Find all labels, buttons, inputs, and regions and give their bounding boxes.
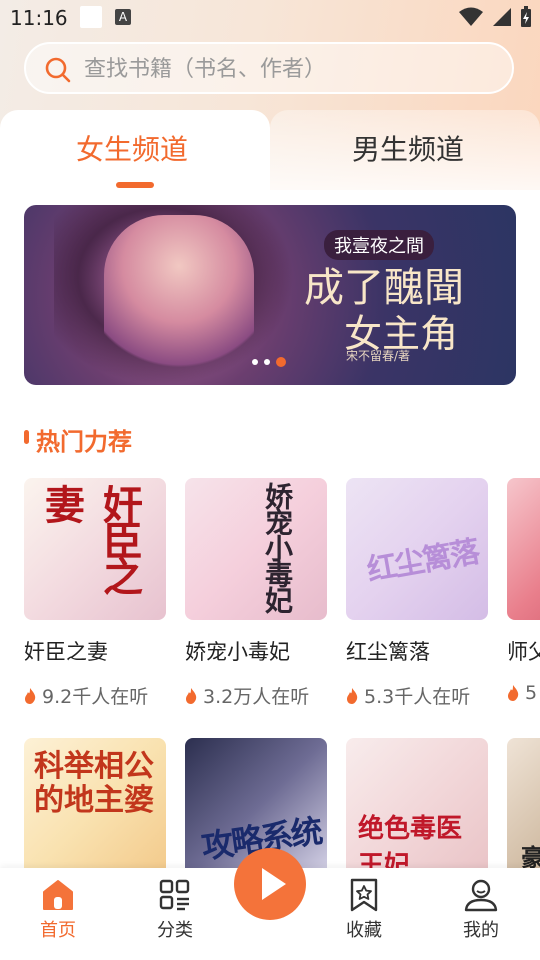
status-bar: 11:16 A	[0, 0, 540, 36]
channel-tabs: 女生频道 男生频道	[0, 110, 540, 200]
search-bar[interactable]	[24, 42, 514, 94]
book-cover[interactable]: 绝色毒医王妃	[346, 738, 488, 870]
tab-male-channel[interactable]: 男生频道	[352, 128, 464, 168]
cover-title: 绝色毒医王妃	[358, 814, 463, 870]
book-card[interactable]: 科举相公的地主婆	[24, 738, 166, 870]
user-icon	[464, 879, 498, 912]
tab-indicator	[116, 182, 154, 188]
fire-icon	[25, 687, 36, 704]
search-icon	[45, 57, 71, 83]
bookmark-star-icon	[350, 878, 378, 912]
nav-label-favorites: 收藏	[346, 920, 382, 941]
listener-count: 5	[525, 682, 538, 704]
book-listeners: 5.3千人在听	[346, 682, 470, 709]
book-cover[interactable]	[507, 478, 540, 620]
cover-title: 红尘篱落	[364, 534, 481, 589]
book-cover[interactable]: 豪	[507, 738, 540, 870]
book-listeners: 9.2千人在听	[24, 682, 148, 709]
nav-category[interactable]: 分类	[135, 878, 215, 942]
nav-label-profile: 我的	[463, 920, 499, 941]
nav-favorites[interactable]: 收藏	[324, 878, 404, 942]
section-title: 热门力荐	[36, 428, 132, 456]
search-input[interactable]	[82, 52, 486, 86]
book-title: 奸臣之妻	[24, 640, 108, 664]
listener-count: 5.3千人在听	[364, 686, 471, 708]
fire-icon	[508, 685, 519, 701]
book-title: 红尘篱落	[346, 640, 430, 664]
nav-profile[interactable]: 我的	[441, 878, 521, 942]
home-icon	[43, 880, 73, 910]
book-cover[interactable]: 奸臣之妻	[24, 478, 166, 620]
cover-title: 奸臣之妻	[38, 484, 143, 592]
book-cover[interactable]: 红尘篱落	[346, 478, 488, 620]
nav-label-home: 首页	[40, 920, 76, 941]
banner-carousel[interactable]: 我壹夜之間 成了醜聞 女主角 宋不留春/著	[24, 205, 516, 385]
book-title: 师父	[507, 640, 540, 664]
cover-title: 娇宠小毒妃	[261, 482, 294, 612]
book-card[interactable]: 绝色毒医王妃	[346, 738, 488, 870]
section-marker	[24, 430, 29, 444]
book-card[interactable]: 师父 5	[507, 478, 540, 718]
battery-icon	[521, 6, 531, 27]
book-listeners: 5	[507, 682, 537, 704]
app-badge-icon: A	[115, 9, 131, 25]
book-card[interactable]: 奸臣之妻 奸臣之妻 9.2千人在听	[24, 478, 166, 708]
book-cover[interactable]: 科举相公的地主婆	[24, 738, 166, 870]
fire-icon	[186, 687, 197, 704]
status-icons	[458, 6, 532, 28]
book-title: 娇宠小毒妃	[185, 640, 290, 664]
banner-author: 宋不留春/著	[346, 349, 411, 363]
listener-count: 3.2万人在听	[203, 686, 310, 708]
carousel-dot-active[interactable]	[276, 357, 286, 367]
play-button[interactable]	[234, 848, 306, 920]
notification-icon	[80, 6, 102, 28]
nav-label-category: 分类	[157, 920, 193, 941]
category-icon	[159, 879, 190, 911]
fire-icon	[347, 687, 358, 704]
tab-female-channel[interactable]: 女生频道	[76, 128, 188, 168]
wifi-icon	[459, 7, 483, 26]
book-listeners: 3.2万人在听	[185, 682, 309, 709]
book-card[interactable]: 豪	[507, 738, 540, 870]
book-card[interactable]: 娇宠小毒妃 娇宠小毒妃 3.2万人在听	[185, 478, 327, 708]
book-cover[interactable]: 娇宠小毒妃	[185, 478, 327, 620]
carousel-dot[interactable]	[252, 359, 258, 365]
signal-icon	[493, 8, 511, 26]
carousel-indicator	[252, 357, 286, 367]
cover-title: 豪	[521, 843, 540, 870]
carousel-dot[interactable]	[264, 359, 270, 365]
listener-count: 9.2千人在听	[42, 686, 149, 708]
cover-title: 科举相公的地主婆	[34, 749, 154, 818]
status-time: 11:16	[10, 6, 68, 30]
banner-illustration	[104, 215, 254, 385]
book-card[interactable]: 红尘篱落 红尘篱落 5.3千人在听	[346, 478, 488, 708]
nav-home[interactable]: 首页	[18, 878, 98, 942]
